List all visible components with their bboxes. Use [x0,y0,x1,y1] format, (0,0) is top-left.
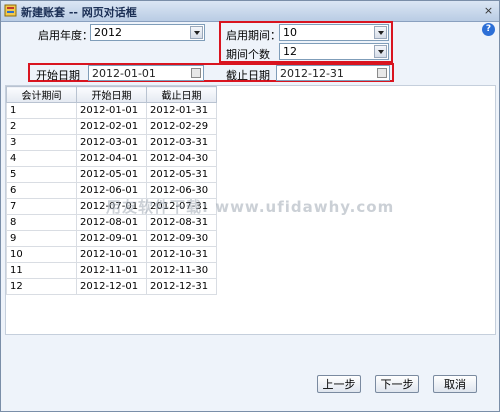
period-count-label: 期间个数 [226,48,270,61]
start-year-value: 2012 [94,26,122,39]
period-cell: 1 [6,102,77,119]
chevron-down-icon[interactable] [374,45,387,58]
table-row[interactable]: 3 2012-03-01 2012-03-31 [6,134,217,151]
start-date-cell: 2012-12-01 [76,278,147,295]
table-row[interactable]: 9 2012-09-01 2012-09-30 [6,230,217,247]
help-icon[interactable]: ? [482,23,495,36]
close-icon[interactable]: × [482,4,495,17]
end-date-cell: 2012-12-31 [146,278,217,295]
window-title: 新建账套 -- 网页对话框 [21,6,137,19]
start-date-cell: 2012-03-01 [76,134,147,151]
start-period-label: 启用期间： [226,29,281,42]
period-cell: 2 [6,118,77,135]
period-cell: 8 [6,214,77,231]
period-cell: 5 [6,166,77,183]
period-cell: 6 [6,182,77,199]
chevron-down-icon[interactable] [374,26,387,39]
dialog-window: 新建账套 -- 网页对话框 × ? 启用年度： 2012 启用期间： 10 期间… [0,0,500,412]
end-date-cell: 2012-04-30 [146,150,217,167]
start-date-cell: 2012-04-01 [76,150,147,167]
start-date-cell: 2012-01-01 [76,102,147,119]
period-count-value: 12 [283,45,297,58]
table-row[interactable]: 10 2012-10-01 2012-10-31 [6,246,217,263]
end-date-cell: 2012-09-30 [146,230,217,247]
end-date-cell: 2012-01-31 [146,102,217,119]
column-header[interactable]: 会计期间 [6,86,77,103]
period-cell: 10 [6,246,77,263]
table-row[interactable]: 5 2012-05-01 2012-05-31 [6,166,217,183]
start-date-field[interactable]: 2012-01-01 [88,65,204,81]
start-year-select[interactable]: 2012 [90,24,205,41]
end-date-field[interactable]: 2012-12-31 [276,65,390,81]
column-header[interactable]: 截止日期 [146,86,217,103]
end-date-value: 2012-12-31 [280,67,344,80]
prev-button[interactable]: 上一步 [317,375,361,393]
start-year-label: 启用年度： [38,29,93,42]
period-grid: 会计期间 开始日期 截止日期 1 2012-01-01 2012-01-31 2 20… [5,85,496,335]
period-cell: 7 [6,198,77,215]
calendar-icon[interactable] [377,68,387,78]
start-date-value: 2012-01-01 [92,67,156,80]
start-date-cell: 2012-10-01 [76,246,147,263]
period-table: 会计期间 开始日期 截止日期 1 2012-01-01 2012-01-31 2 20… [6,86,217,295]
cancel-button[interactable]: 取消 [433,375,477,393]
table-row[interactable]: 4 2012-04-01 2012-04-30 [6,150,217,167]
start-date-cell: 2012-09-01 [76,230,147,247]
period-count-select[interactable]: 12 [279,43,389,60]
period-cell: 4 [6,150,77,167]
column-header[interactable]: 开始日期 [76,86,147,103]
start-period-select[interactable]: 10 [279,24,389,41]
title-bar: 新建账套 -- 网页对话框 × [1,1,499,22]
end-date-cell: 2012-10-31 [146,246,217,263]
end-date-label: 截止日期 [226,69,270,82]
start-period-value: 10 [283,26,297,39]
app-icon [4,4,17,17]
next-button[interactable]: 下一步 [375,375,419,393]
start-date-cell: 2012-05-01 [76,166,147,183]
end-date-cell: 2012-03-31 [146,134,217,151]
period-cell: 12 [6,278,77,295]
calendar-icon[interactable] [191,68,201,78]
table-row[interactable]: 1 2012-01-01 2012-01-31 [6,102,217,119]
end-date-cell: 2012-11-30 [146,262,217,279]
end-date-cell: 2012-02-29 [146,118,217,135]
end-date-cell: 2012-05-31 [146,166,217,183]
table-row[interactable]: 12 2012-12-01 2012-12-31 [6,278,217,295]
chevron-down-icon[interactable] [190,26,203,39]
period-cell: 11 [6,262,77,279]
start-date-cell: 2012-11-01 [76,262,147,279]
watermark: 用友软件下载: www.ufidawhy.com [106,198,395,216]
period-cell: 9 [6,230,77,247]
start-date-label: 开始日期 [36,69,80,82]
period-cell: 3 [6,134,77,151]
table-row[interactable]: 2 2012-02-01 2012-02-29 [6,118,217,135]
start-date-cell: 2012-02-01 [76,118,147,135]
table-row[interactable]: 11 2012-11-01 2012-11-30 [6,262,217,279]
